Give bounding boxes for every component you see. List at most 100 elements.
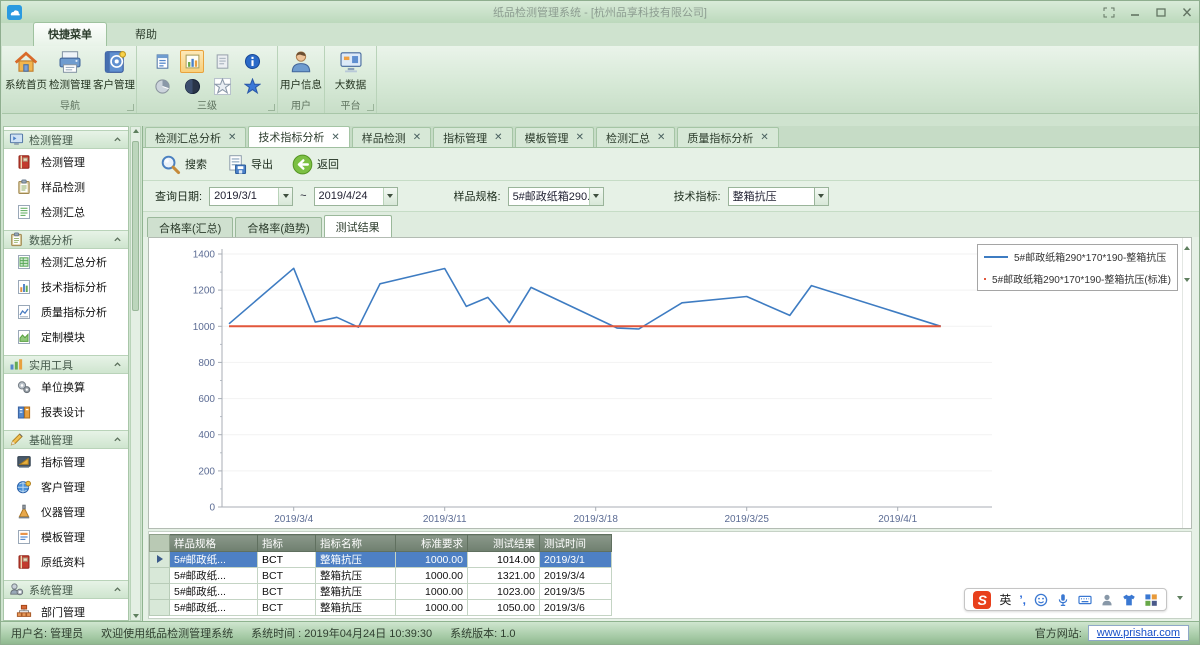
table-row[interactable]: 5#邮政纸...BCT整箱抗压1000.001321.002019/3/4 [150,568,612,584]
group-dialog-launcher[interactable] [268,104,275,111]
sidebar-group-header[interactable]: 检测管理 [4,130,128,149]
table-cell[interactable]: 整箱抗压 [316,600,396,616]
sidebar-item-指标管理[interactable]: 指标管理 [4,449,128,474]
close-tab-icon[interactable]: ✕ [228,132,236,143]
doc-tab-检测汇总[interactable]: 检测汇总✕ [596,127,675,147]
account-icon[interactable] [1100,593,1114,607]
ribbon-tab-quick-menu[interactable]: 快捷菜单 [33,22,107,46]
table-cell[interactable]: 1050.00 [468,600,540,616]
doc-tab-质量指标分析[interactable]: 质量指标分析✕ [677,127,778,147]
fullscreen-button[interactable] [1103,7,1115,18]
sidebar-item-模板管理[interactable]: 模板管理 [4,524,128,549]
group-dialog-launcher[interactable] [127,104,134,111]
chevron-up-icon[interactable] [113,435,122,444]
sidebar-item-样品检测[interactable]: 样品检测 [4,174,128,199]
subtab-合格率(趋势)[interactable]: 合格率(趋势) [235,217,321,237]
row-selector[interactable] [150,600,170,616]
minimize-button[interactable] [1129,7,1141,18]
chevron-up-icon[interactable] [113,360,122,369]
column-header-测试时间[interactable]: 测试时间 [540,535,612,552]
doc-tab-模板管理[interactable]: 模板管理✕ [515,127,594,147]
sidebar-item-检测管理[interactable]: 检测管理 [4,149,128,174]
sidebar-group-header[interactable]: 数据分析 [4,230,128,249]
doc-tab-指标管理[interactable]: 指标管理✕ [433,127,512,147]
row-selector[interactable] [150,584,170,600]
tech-indicator-dropdown[interactable] [814,187,829,206]
close-tab-icon[interactable]: ✕ [331,132,339,143]
ribbon-small-button-chart-sel[interactable] [180,50,204,73]
big-data-button[interactable]: 大数据 [329,49,372,92]
table-row[interactable]: 5#邮政纸...BCT整箱抗压1000.001050.002019/3/6 [150,600,612,616]
tech-indicator-input[interactable]: 整箱抗压 [728,187,814,206]
group-dialog-launcher[interactable] [367,104,374,111]
table-cell[interactable]: 5#邮政纸... [170,568,258,584]
customer-manage-button[interactable]: 客户管理 [93,49,136,92]
maximize-button[interactable] [1155,7,1167,18]
ime-language-toggle[interactable]: 英 [999,591,1011,608]
close-tab-icon[interactable]: ✕ [760,132,768,143]
chart-scrollbar[interactable] [1182,238,1191,528]
subtab-合格率(汇总)[interactable]: 合格率(汇总) [147,217,233,237]
sidebar-group-header[interactable]: 系统管理 [4,580,128,599]
chevron-down-icon[interactable] [815,188,828,205]
search-button[interactable]: 搜索 [153,151,214,178]
table-cell[interactable]: 整箱抗压 [316,552,396,568]
sidebar-item-检测汇总[interactable]: 检测汇总 [4,199,128,224]
chevron-up-icon[interactable] [113,135,122,144]
chevron-up-icon[interactable] [113,235,122,244]
sidebar-item-单位换算[interactable]: 单位换算 [4,374,128,399]
table-cell[interactable]: 1000.00 [396,600,468,616]
column-header-指标[interactable]: 指标 [258,535,316,552]
sidebar-item-客户管理[interactable]: 客户管理 [4,474,128,499]
table-cell[interactable]: 5#邮政纸... [170,600,258,616]
sidebar-item-定制模块[interactable]: 定制模块 [4,324,128,349]
doc-tab-检测汇总分析[interactable]: 检测汇总分析✕ [145,127,246,147]
ribbon-small-button-pie[interactable] [150,75,174,98]
table-cell[interactable]: BCT [258,568,316,584]
table-cell[interactable]: 1000.00 [396,584,468,600]
keyboard-icon[interactable] [1078,593,1092,607]
doc-tab-技术指标分析[interactable]: 技术指标分析✕ [248,126,349,147]
sidebar-item-仪器管理[interactable]: 仪器管理 [4,499,128,524]
column-header-指标名称[interactable]: 指标名称 [316,535,396,552]
table-cell[interactable]: 5#邮政纸... [170,552,258,568]
close-tab-icon[interactable]: ✕ [576,132,584,143]
table-cell[interactable]: 5#邮政纸... [170,584,258,600]
sidebar-item-部门管理[interactable]: 部门管理 [4,599,128,621]
chevron-down-icon[interactable] [383,188,397,205]
toolbox-icon[interactable] [1144,593,1158,607]
column-header-标准要求[interactable]: 标准要求 [396,535,468,552]
user-info-button[interactable]: 用户信息 [280,49,323,92]
scroll-up-icon[interactable] [133,129,139,133]
ime-more-dropdown[interactable] [1177,596,1183,600]
table-cell[interactable]: 1014.00 [468,552,540,568]
chevron-up-icon[interactable] [113,585,122,594]
ribbon-small-button-star-blue[interactable] [240,75,264,98]
export-button[interactable]: 导出 [219,151,280,178]
ribbon-small-button-info[interactable] [240,50,264,73]
microphone-icon[interactable] [1056,593,1070,607]
sidebar-scrollbar[interactable] [130,126,141,621]
row-selector[interactable] [150,552,170,568]
sidebar-item-原纸资料[interactable]: 原纸资料 [4,549,128,574]
table-row[interactable]: 5#邮政纸...BCT整箱抗压1000.001023.002019/3/5 [150,584,612,600]
table-cell[interactable]: 1000.00 [396,568,468,584]
table-cell[interactable]: BCT [258,584,316,600]
table-cell[interactable]: 2019/3/6 [540,600,612,616]
sidebar-item-报表设计[interactable]: 报表设计 [4,399,128,424]
sidebar-group-header[interactable]: 基础管理 [4,430,128,449]
emoji-icon[interactable] [1034,593,1048,607]
scroll-down-icon[interactable] [1184,278,1190,282]
table-cell[interactable]: BCT [258,552,316,568]
chevron-down-icon[interactable] [278,188,292,205]
sidebar-item-检测汇总分析[interactable]: 检测汇总分析 [4,249,128,274]
column-header-样品规格[interactable]: 样品规格 [170,535,258,552]
sample-spec-select[interactable]: 5#邮政纸箱290... [508,187,604,206]
column-header-测试结果[interactable]: 测试结果 [468,535,540,552]
ime-punctuation-toggle[interactable]: ’, [1019,593,1026,607]
ribbon-small-button-circle-dark[interactable] [180,75,204,98]
chevron-down-icon[interactable] [589,188,603,205]
table-cell[interactable]: 1000.00 [396,552,468,568]
table-cell[interactable]: 整箱抗压 [316,584,396,600]
ribbon-small-button-doc-blue[interactable] [150,50,174,73]
